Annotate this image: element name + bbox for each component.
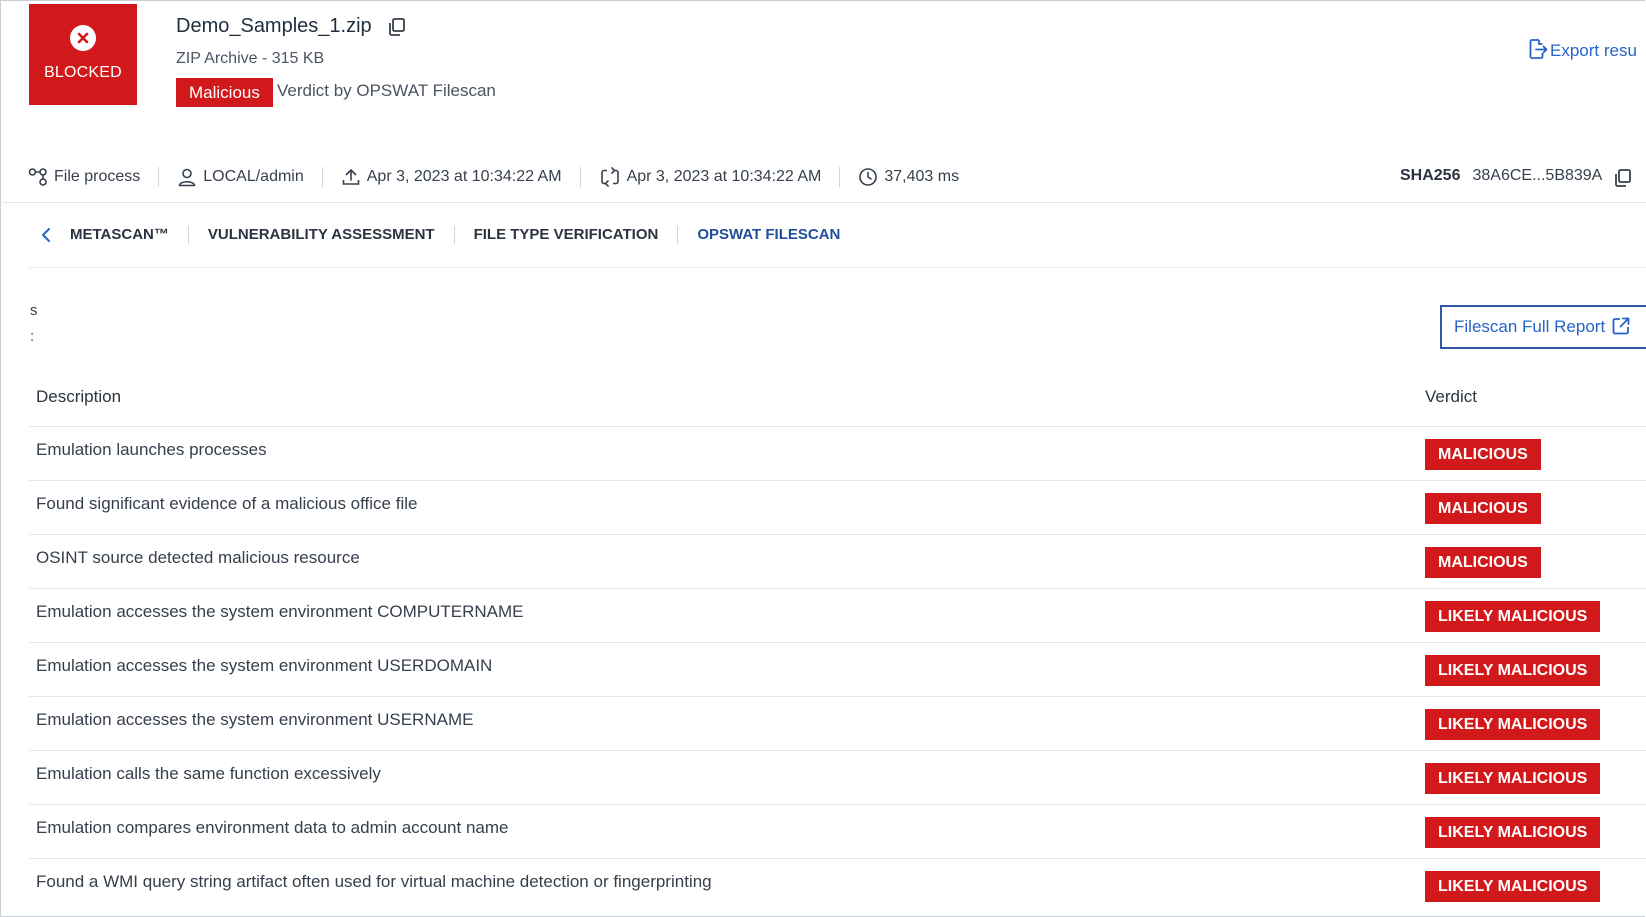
row-description: Emulation compares environment data to a… [36,818,509,837]
row-description: Emulation accesses the system environmen… [36,656,493,675]
column-header-verdict[interactable]: Verdict [1425,387,1477,407]
upload-time-item: Apr 3, 2023 at 10:34:22 AM [341,167,562,187]
divider [839,167,841,187]
export-results-link[interactable]: Export resu [1528,38,1637,61]
divider [28,267,1646,268]
detections-table: Description Verdict Emulation launches p… [29,370,1646,912]
verdict-tag: MALICIOUS [1425,547,1541,578]
row-description: Emulation launches processes [36,440,267,459]
sha256-label: SHA256 [1400,167,1461,184]
external-link-icon [1612,317,1630,335]
process-time-item: Apr 3, 2023 at 10:34:22 AM [599,167,822,187]
sha256-hash: SHA256 38A6CE...5B839A [1400,167,1602,185]
tab-opswat-filescan[interactable]: OPSWAT FILESCAN [677,226,859,244]
export-label: Export resu [1550,41,1637,60]
row-description: Emulation calls the same function excess… [36,764,381,783]
table-row: Emulation calls the same function excess… [29,751,1646,805]
row-description: Found a WMI query string artifact often … [36,872,712,891]
table-row: Emulation launches processes MALICIOUS [29,427,1646,481]
report-button-label: Filescan Full Report [1454,317,1606,336]
table-header: Description Verdict [29,370,1646,427]
row-description: Emulation accesses the system environmen… [36,602,524,621]
duration-item: 37,403 ms [858,167,959,187]
table-row: Emulation accesses the system environmen… [29,643,1646,697]
sha256-value: 38A6CE...5B839A [1472,167,1603,184]
verdict-tag: MALICIOUS [1425,493,1541,524]
clock-icon [859,168,878,186]
verdict-tag: MALICIOUS [1425,439,1541,470]
refresh-icon [600,167,619,187]
process-time-value: Apr 3, 2023 at 10:34:22 AM [626,168,822,185]
table-row: Emulation compares environment data to a… [29,805,1646,859]
blocked-label: BLOCKED [44,64,122,81]
verdict-tag: LIKELY MALICIOUS [1425,871,1601,902]
user-item: LOCAL/admin [177,167,304,187]
chevron-left-icon[interactable] [40,227,52,243]
verdict-tag: LIKELY MALICIOUS [1425,709,1601,740]
tab-vulnerability-assessment[interactable]: VULNERABILITY ASSESSMENT [187,226,454,244]
file-process-item[interactable]: File process [28,167,140,187]
verdict-tag: LIKELY MALICIOUS [1425,601,1601,632]
divider [579,167,581,187]
filescan-full-report-button[interactable]: Filescan Full Report [1440,305,1646,349]
verdict-badge: Malicious [176,78,273,107]
section-colon: : [30,328,35,345]
tab-metascan[interactable]: METASCAN™ [66,226,188,244]
file-name: Demo_Samples_1.zip [176,15,372,37]
tab-file-type-verification[interactable]: FILE TYPE VERIFICATION [453,226,678,244]
engine-tabs: METASCAN™ VULNERABILITY ASSESSMENT FILE … [40,226,859,244]
row-description: Emulation accesses the system environmen… [36,710,474,729]
blocked-status-tile: BLOCKED [29,4,137,105]
verdict-tag: LIKELY MALICIOUS [1425,763,1601,794]
verdict-tag: LIKELY MALICIOUS [1425,817,1601,848]
duration-value: 37,403 ms [884,168,960,185]
file-meta: ZIP Archive - 315 KB [176,50,325,67]
export-icon [1529,39,1548,59]
row-description: Found significant evidence of a maliciou… [36,494,418,513]
user-icon [178,168,196,187]
table-row: OSINT source detected malicious resource… [29,535,1646,589]
divider [0,202,1646,203]
row-description: OSINT source detected malicious resource [36,548,360,567]
table-row: Found a WMI query string artifact often … [29,859,1646,912]
close-circle-icon [70,25,96,51]
divider [158,167,160,187]
user-value: LOCAL/admin [203,168,304,185]
table-row: Found significant evidence of a maliciou… [29,481,1646,535]
verdict-tag: LIKELY MALICIOUS [1425,655,1601,686]
table-row: Emulation accesses the system environmen… [29,589,1646,643]
process-nodes-icon [28,168,47,186]
verdict-source: Verdict by OPSWAT Filescan [277,81,496,100]
upload-icon [342,169,360,185]
divider [321,167,323,187]
upload-time-value: Apr 3, 2023 at 10:34:22 AM [366,168,562,185]
file-process-label: File process [54,168,141,185]
table-row: Emulation accesses the system environmen… [29,697,1646,751]
file-meta-bar: File process LOCAL/admin Apr 3, 2023 at … [28,164,959,190]
column-header-description[interactable]: Description [36,387,121,407]
copy-icon[interactable] [1612,167,1634,189]
copy-icon[interactable] [386,16,408,38]
section-text: s [30,302,38,319]
